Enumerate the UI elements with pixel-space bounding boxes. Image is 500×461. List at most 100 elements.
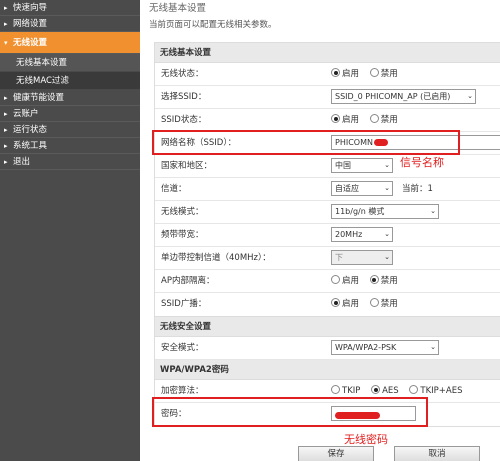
expand-arrow-icon: ▸	[4, 4, 8, 12]
ap-isolation-disable-radio[interactable]: 禁用	[369, 275, 398, 286]
radio-unselected-icon	[331, 275, 340, 284]
nav-cloud-account[interactable]: ▸ 云账户	[0, 106, 140, 122]
encryption-tkip-radio[interactable]: TKIP	[331, 385, 361, 396]
nav-quick-wizard[interactable]: ▸ 快速向导	[0, 0, 140, 16]
chevron-down-icon: ⌄	[384, 184, 390, 192]
radio-unselected-icon	[369, 298, 379, 307]
bandwidth-select[interactable]: 20MHz ⌄	[331, 227, 393, 242]
ssid-disable-radio[interactable]: 禁用	[369, 114, 398, 125]
wireless-enable-radio[interactable]: 启用	[331, 68, 360, 79]
radio-label: 启用	[342, 69, 360, 79]
nav-sub-wireless-mac-filter[interactable]: 无线MAC过滤	[0, 72, 140, 90]
nav-sub-wireless-basic[interactable]: 无线基本设置	[0, 54, 140, 72]
expand-arrow-icon: ▸	[4, 158, 8, 166]
encryption-tkip-aes-radio[interactable]: TKIP+AES	[409, 385, 463, 396]
radio-unselected-icon	[331, 385, 340, 394]
wireless-disable-radio[interactable]: 禁用	[369, 68, 398, 79]
radio-unselected-icon	[369, 114, 379, 123]
expand-arrow-icon: ▸	[4, 126, 8, 134]
radio-label: 禁用	[380, 69, 398, 79]
field-label: 单边带控制信道（40MHz）：	[161, 253, 271, 263]
nav-network-settings[interactable]: ▸ 网络设置	[0, 16, 140, 32]
main-content: 无线基本设置 当前页面可以配置无线相关参数。 无线基本设置 无线状态： 启用 禁…	[146, 0, 500, 461]
field-label: 无线模式：	[161, 207, 204, 217]
nav-label: 运行状态	[13, 125, 48, 135]
nav-label: 快速向导	[13, 3, 48, 13]
ssid-enable-radio[interactable]: 启用	[331, 114, 360, 125]
field-label: 安全模式：	[161, 343, 204, 353]
wireless-mode-select[interactable]: 11b/g/n 模式 ⌄	[331, 204, 439, 219]
collapse-arrow-icon: ▾	[4, 39, 8, 47]
row-select-ssid: 选择SSID： SSID_0 PHICOMN_AP (已启用) ⌄	[155, 86, 500, 109]
nav-sub-label: 无线基本设置	[16, 58, 68, 68]
ssid-broadcast-enable-radio[interactable]: 启用	[331, 298, 360, 309]
nav-label: 系统工具	[13, 141, 48, 151]
sideband-select[interactable]: 下 ⌄	[331, 250, 393, 265]
row-channel: 信道： 自适应 ⌄ 当前：1	[155, 178, 500, 201]
field-label: 信道：	[161, 184, 187, 194]
row-wireless-status: 无线状态： 启用 禁用	[155, 63, 500, 86]
radio-label: TKIP	[342, 386, 361, 396]
radio-label: 启用	[342, 115, 360, 125]
select-value: 11b/g/n 模式	[335, 207, 385, 216]
nav-wireless-settings[interactable]: ▾ 无线设置	[0, 32, 140, 54]
radio-selected-icon	[369, 275, 379, 284]
row-ssid-status: SSID状态： 启用 禁用	[155, 109, 500, 132]
radio-label: 禁用	[380, 299, 398, 309]
page-title: 无线基本设置	[149, 3, 207, 14]
nav-label: 无线设置	[13, 38, 48, 48]
row-ssid-broadcast: SSID广播： 启用 禁用	[155, 293, 500, 316]
chevron-down-icon: ⌄	[430, 343, 436, 351]
channel-select[interactable]: 自适应 ⌄	[331, 181, 393, 196]
page-description: 当前页面可以配置无线相关参数。	[149, 20, 277, 30]
nav-health-power[interactable]: ▸ 健康节能设置	[0, 90, 140, 106]
field-label: SSID状态：	[161, 115, 207, 125]
expand-arrow-icon: ▸	[4, 142, 8, 150]
select-value: 下	[335, 253, 343, 262]
row-ap-isolation: AP内部隔离： 启用 禁用	[155, 270, 500, 293]
nav-label: 网络设置	[13, 19, 48, 29]
row-wireless-mode: 无线模式： 11b/g/n 模式 ⌄	[155, 201, 500, 224]
ssid-select[interactable]: SSID_0 PHICOMN_AP (已启用) ⌄	[331, 89, 476, 104]
radio-label: 启用	[342, 276, 360, 286]
ssid-broadcast-disable-radio[interactable]: 禁用	[369, 298, 398, 309]
select-value: 中国	[335, 161, 351, 170]
nav-sub-label: 无线MAC过滤	[16, 76, 69, 86]
select-value: 20MHz	[335, 230, 363, 239]
encryption-aes-radio[interactable]: AES	[371, 385, 399, 396]
password-highlight-box	[152, 397, 428, 427]
nav-logout[interactable]: ▸ 退出	[0, 154, 140, 170]
row-country: 国家和地区： 中国 ⌄	[155, 155, 500, 178]
select-value: 自适应	[335, 184, 359, 193]
ssid-annotation: 信号名称	[400, 156, 444, 169]
current-channel: 当前：1	[402, 184, 433, 194]
radio-selected-icon	[331, 298, 340, 307]
expand-arrow-icon: ▸	[4, 20, 8, 28]
cancel-button[interactable]: 取消	[394, 446, 480, 461]
nav-run-status[interactable]: ▸ 运行状态	[0, 122, 140, 138]
sidebar: ▸ 快速向导 ▸ 网络设置 ▾ 无线设置 无线基本设置 无线MAC过滤 ▸ 健康节能设置…	[0, 0, 140, 461]
row-sideband: 单边带控制信道（40MHz）： 下 ⌄	[155, 247, 500, 270]
ssid-highlight-box	[152, 130, 460, 155]
radio-selected-icon	[331, 114, 340, 123]
radio-label: TKIP+AES	[420, 386, 463, 396]
save-button[interactable]: 保存	[298, 446, 374, 461]
field-label: 频带带宽：	[161, 230, 204, 240]
ap-isolation-enable-radio[interactable]: 启用	[331, 275, 360, 286]
nav-label: 健康节能设置	[13, 93, 65, 103]
expand-arrow-icon: ▸	[4, 94, 8, 102]
field-label: 国家和地区：	[161, 161, 213, 171]
nav-system-tools[interactable]: ▸ 系统工具	[0, 138, 140, 154]
security-mode-select[interactable]: WPA/WPA2-PSK ⌄	[331, 340, 439, 355]
radio-selected-icon	[371, 385, 381, 394]
chevron-down-icon: ⌄	[384, 253, 390, 261]
radio-selected-icon	[331, 68, 340, 77]
chevron-down-icon: ⌄	[430, 207, 436, 215]
chevron-down-icon: ⌄	[467, 92, 473, 100]
field-label: AP内部隔离：	[161, 276, 215, 286]
country-select[interactable]: 中国 ⌄	[331, 158, 393, 173]
nav-label: 退出	[13, 157, 31, 167]
select-value: SSID_0 PHICOMN_AP (已启用)	[335, 92, 451, 101]
section-title: 无线安全设置	[155, 317, 500, 337]
radio-label: 启用	[342, 299, 360, 309]
